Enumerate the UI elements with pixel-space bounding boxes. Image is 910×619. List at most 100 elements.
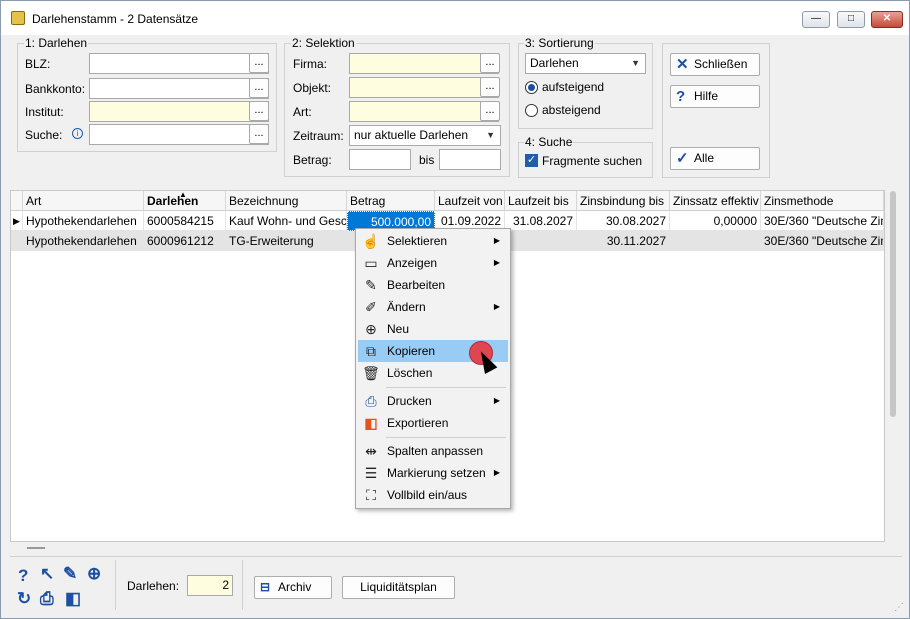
vertical-scrollbar[interactable] [890,191,896,417]
betrag-from-input[interactable] [349,149,411,170]
column-resize-icon: ⇹ [365,443,377,459]
main-window: Darlehenstamm - 2 Datensätze — □ ✕ 1: Da… [0,0,910,619]
refresh-icon[interactable]: ↻ [17,589,31,609]
menu-item-label: Löschen [387,366,433,380]
close-button[interactable]: ✕ [871,11,903,28]
menu-item-anzeigen[interactable]: ▭ Anzeigen ▶ [358,252,508,274]
table-cell[interactable]: 6000584215 [144,211,226,231]
plus-circle-icon[interactable]: ⊕ [87,564,101,584]
institut-input[interactable] [89,101,269,122]
table-cell[interactable]: Hypothekendarlehen [23,211,144,231]
table-cell[interactable] [505,231,577,251]
table-cell[interactable]: 30E/360 "Deutsche Zin [761,211,884,231]
schliessen-button[interactable]: ✕ Schließen [670,53,760,76]
liquiditaetsplan-button[interactable]: Liquiditätsplan [342,576,455,599]
menu-item-bearbeiten[interactable]: ✎ Bearbeiten [358,274,508,296]
column-header-zinsmethode[interactable]: Zinsmethode [761,191,884,211]
menu-item-label: Kopieren [387,344,436,358]
info-icon[interactable]: i [72,128,83,139]
asc-radio[interactable] [525,81,538,94]
column-header-art[interactable]: Art [23,191,144,211]
column-header-zinsbindung-bis[interactable]: Zinsbindung bis [577,191,670,211]
table-cell[interactable]: 31.08.2027 [505,211,577,231]
sort-select[interactable]: Darlehen ▼ [525,53,646,74]
menu-item-neu[interactable]: ⊕ Neu [358,318,508,340]
table-cell[interactable]: 0,00000 [670,211,761,231]
menu-item-label: Spalten anpassen [387,444,484,458]
copy-icon: ⧉ [366,343,376,359]
table-cell[interactable]: 30E/360 "Deutsche Zin [761,231,884,251]
table-cell[interactable]: 6000961212 [144,231,226,251]
hilfe-button[interactable]: ? Hilfe [670,85,760,108]
menu-item-drucken[interactable]: ⎙ Drucken ▶ [358,390,508,412]
table-cell[interactable] [670,231,761,251]
firma-lookup-button[interactable]: ... [480,53,500,73]
art-input[interactable] [349,101,499,122]
suche-lookup-button[interactable]: ... [249,124,269,144]
zeitraum-value: nur aktuelle Darlehen [354,128,469,142]
menu-item-selektieren[interactable]: ☝ Selektieren ▶ [358,230,508,252]
blz-lookup-button[interactable]: ... [249,53,269,73]
minimize-button[interactable]: — [802,11,830,28]
table-cell[interactable]: Kauf Wohn- und Gesc [226,211,347,231]
darlehen-count-label: Darlehen: [127,579,180,593]
pencil-icon[interactable]: ✎ [63,564,77,584]
printer-icon[interactable]: ⎙ [40,589,54,609]
chevron-down-icon: ▼ [486,130,495,140]
column-header-zinssatz-effektiv[interactable]: Zinssatz effektiv [670,191,761,211]
splitter-handle[interactable] [27,547,45,549]
column-header-laufzeit-von[interactable]: Laufzeit von [435,191,505,211]
help-icon[interactable]: ? [18,566,28,586]
zeitraum-select[interactable]: nur aktuelle Darlehen ▼ [349,125,501,146]
zeitraum-label: Zeitraum: [293,129,344,143]
bankkonto-input[interactable] [89,78,269,99]
menu-item-markierung-setzen[interactable]: ☰ Markierung setzen ▶ [358,462,508,484]
sort-value: Darlehen [530,56,579,70]
bankkonto-lookup-button[interactable]: ... [249,78,269,98]
blz-label: BLZ: [25,57,51,71]
sortierung-group-label: 3: Sortierung [524,36,595,50]
institut-label: Institut: [25,105,64,119]
table-cell[interactable]: TG-Erweiterung [226,231,347,251]
menu-separator [386,387,506,388]
maximize-button[interactable]: □ [837,11,865,28]
monitor-icon: ▭ [364,255,378,271]
table-cell[interactable]: 30.08.2027 [577,211,670,231]
row-header-corner [11,191,23,211]
menu-item-aendern[interactable]: ✐ Ändern ▶ [358,296,508,318]
fragment-checkbox[interactable]: ✓ [525,154,538,167]
pencil-icon: ✎ [365,277,377,293]
menu-item-spalten-anpassen[interactable]: ⇹ Spalten anpassen [358,440,508,462]
archive-icon: ⊟ [260,580,271,594]
suche-label: Suche: [25,128,63,142]
archiv-button[interactable]: ⊟ Archiv [254,576,332,599]
objekt-input[interactable] [349,77,499,98]
selektion-group-label: 2: Selektion [291,36,356,50]
institut-lookup-button[interactable]: ... [249,101,269,121]
blz-input[interactable] [89,53,269,74]
column-header-bezeichnung[interactable]: Bezeichnung [226,191,347,211]
divider [242,560,243,610]
objekt-lookup-button[interactable]: ... [480,77,500,97]
office-icon[interactable]: ◧ [65,589,81,609]
art-lookup-button[interactable]: ... [480,101,500,121]
betrag-to-input[interactable] [439,149,501,170]
desc-radio[interactable] [525,104,538,117]
menu-item-exportieren[interactable]: ◧ Exportieren [358,412,508,434]
alle-button[interactable]: ✓ Alle [670,147,760,170]
column-header-betrag[interactable]: Betrag [347,191,435,211]
resize-grip-icon[interactable]: ⋰ [894,602,904,613]
column-header-laufzeit-bis[interactable]: Laufzeit bis [505,191,577,211]
firma-input[interactable] [349,53,499,74]
hand-pointer-icon: ☝ [362,233,380,249]
asc-label: aufsteigend [542,80,605,94]
menu-item-label: Bearbeiten [387,278,446,292]
table-cell[interactable]: 30.11.2027 [577,231,670,251]
menu-item-vollbild[interactable]: ⛶ Vollbild ein/aus [358,484,508,506]
pointer-icon[interactable]: ↖ [40,564,54,584]
table-cell[interactable]: Hypothekendarlehen [23,231,144,251]
suche-input[interactable] [89,124,269,145]
menu-item-label: Vollbild ein/aus [387,488,468,502]
submenu-arrow-icon: ▶ [493,396,500,405]
art-label: Art: [293,105,312,119]
